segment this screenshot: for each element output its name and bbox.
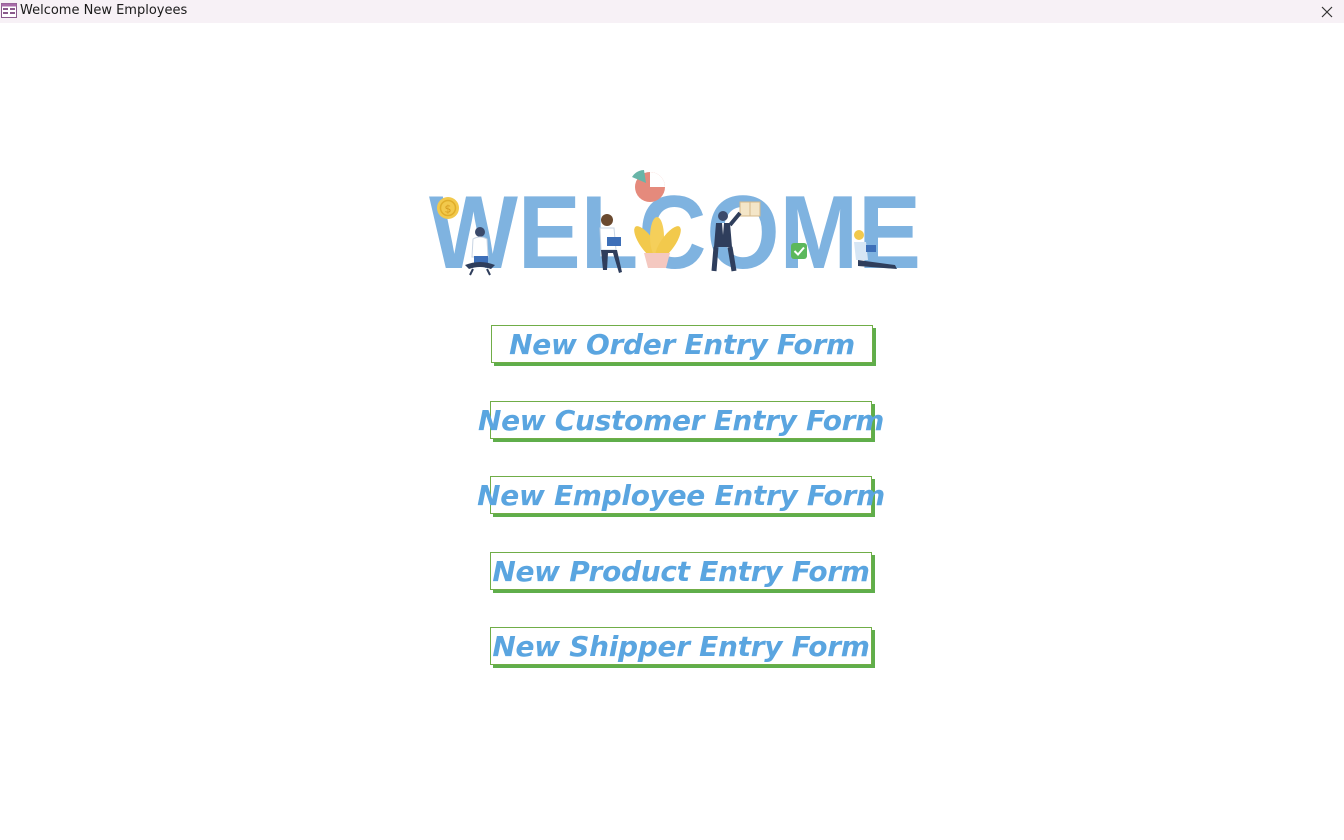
button-label: New Employee Entry Form xyxy=(477,478,885,512)
coin-icon: $ xyxy=(437,197,459,219)
new-shipper-entry-form-button[interactable]: New Shipper Entry Form xyxy=(490,627,872,665)
button-label: New Product Entry Form xyxy=(492,554,870,588)
book-icon xyxy=(739,201,761,217)
button-label: New Shipper Entry Form xyxy=(492,629,870,663)
check-icon xyxy=(791,243,807,259)
welcome-banner: WELCOME $ xyxy=(429,170,921,280)
new-order-entry-form-button[interactable]: New Order Entry Form xyxy=(491,325,873,363)
close-icon xyxy=(1321,6,1333,17)
new-product-entry-form-button[interactable]: New Product Entry Form xyxy=(490,552,872,590)
svg-text:$: $ xyxy=(445,203,452,216)
new-customer-entry-form-button[interactable]: New Customer Entry Form xyxy=(478,401,884,439)
new-employee-entry-form-button[interactable]: New Employee Entry Form xyxy=(477,476,885,514)
button-label: New Order Entry Form xyxy=(509,327,855,361)
form-icon xyxy=(1,3,17,18)
button-label: New Customer Entry Form xyxy=(477,403,885,437)
close-button[interactable] xyxy=(1312,0,1342,23)
window-title: Welcome New Employees xyxy=(20,3,188,18)
title-bar: Welcome New Employees xyxy=(0,0,1344,23)
